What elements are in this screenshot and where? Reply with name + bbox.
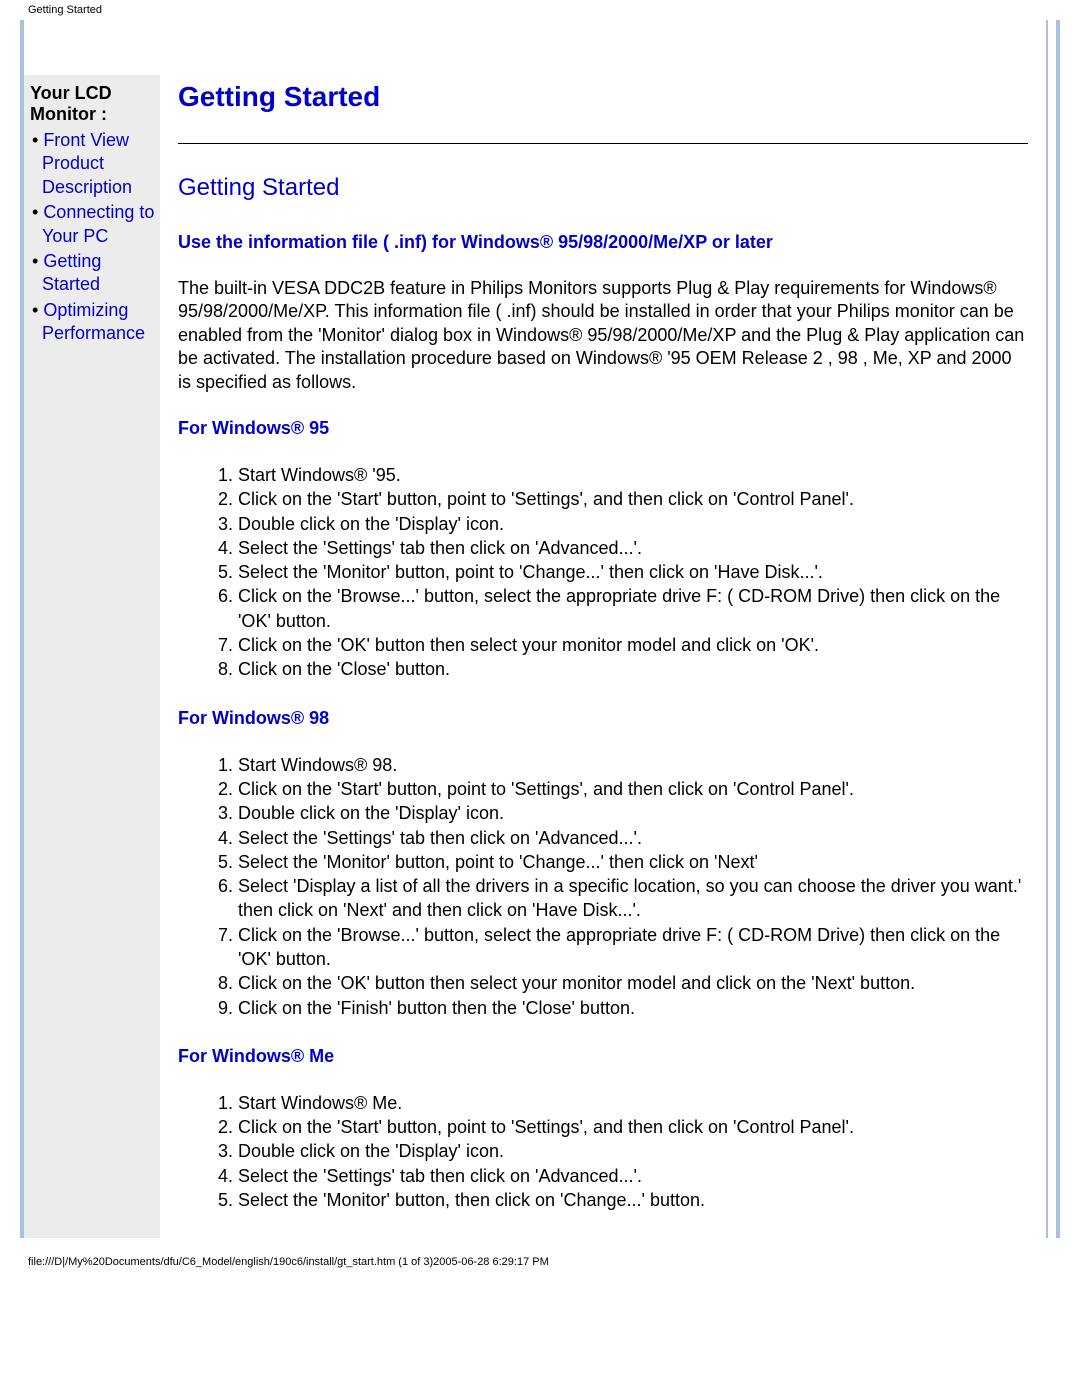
sidebar-item: Front View Product Description	[30, 129, 160, 199]
os-heading-win98: For Windows® 98	[178, 708, 1028, 729]
content-frame: Your LCD Monitor : Front View Product De…	[20, 20, 1060, 1238]
step-item: Select the 'Monitor' button, point to 'C…	[238, 850, 1028, 874]
steps-winme: Start Windows® Me. Click on the 'Start' …	[178, 1091, 1028, 1212]
step-item: Click on the 'Finish' button then the 'C…	[238, 996, 1028, 1020]
step-item: Click on the 'OK' button then select you…	[238, 971, 1028, 995]
step-item: Double click on the 'Display' icon.	[238, 512, 1028, 536]
step-item: Select 'Display a list of all the driver…	[238, 874, 1028, 923]
steps-win98: Start Windows® 98. Click on the 'Start' …	[178, 753, 1028, 1020]
sidebar-title: Your LCD Monitor :	[30, 83, 160, 125]
step-item: Start Windows® '95.	[238, 463, 1028, 487]
step-item: Select the 'Settings' tab then click on …	[238, 1164, 1028, 1188]
step-item: Select the 'Settings' tab then click on …	[238, 826, 1028, 850]
sidebar-link-connecting[interactable]: Connecting to Your PC	[42, 202, 154, 245]
sidebar-item: Connecting to Your PC	[30, 201, 160, 248]
step-item: Click on the 'Browse...' button, select …	[238, 923, 1028, 972]
intro-paragraph: The built-in VESA DDC2B feature in Phili…	[178, 277, 1028, 394]
sidebar-list: Front View Product Description Connectin…	[30, 129, 160, 346]
step-item: Click on the 'Start' button, point to 'S…	[238, 1115, 1028, 1139]
sidebar-link-optimizing[interactable]: Optimizing Performance	[42, 300, 145, 343]
sidebar-item: Getting Started	[30, 250, 160, 297]
os-heading-win95: For Windows® 95	[178, 418, 1028, 439]
sidebar: Your LCD Monitor : Front View Product De…	[24, 75, 160, 1238]
step-item: Start Windows® 98.	[238, 753, 1028, 777]
steps-win95: Start Windows® '95. Click on the 'Start'…	[178, 463, 1028, 682]
step-item: Click on the 'Start' button, point to 'S…	[238, 777, 1028, 801]
page-title: Getting Started	[178, 81, 1028, 113]
sidebar-link-getting-started[interactable]: Getting Started	[42, 251, 101, 294]
step-item: Click on the 'Close' button.	[238, 657, 1028, 681]
frame-divider	[1046, 20, 1048, 1238]
step-item: Select the 'Settings' tab then click on …	[238, 536, 1028, 560]
step-item: Select the 'Monitor' button, point to 'C…	[238, 560, 1028, 584]
step-item: Click on the 'Browse...' button, select …	[238, 584, 1028, 633]
step-item: Select the 'Monitor' button, then click …	[238, 1188, 1028, 1212]
step-item: Click on the 'OK' button then select you…	[238, 633, 1028, 657]
step-item: Click on the 'Start' button, point to 'S…	[238, 487, 1028, 511]
section-heading: Getting Started	[178, 174, 1028, 202]
os-heading-winme: For Windows® Me	[178, 1046, 1028, 1067]
step-item: Double click on the 'Display' icon.	[238, 1139, 1028, 1163]
sub-heading: Use the information file ( .inf) for Win…	[178, 232, 1028, 253]
page-footer-path: file:///D|/My%20Documents/dfu/C6_Model/e…	[0, 1238, 1080, 1268]
sidebar-link-front-view[interactable]: Front View Product Description	[42, 130, 132, 197]
divider	[178, 143, 1028, 144]
step-item: Double click on the 'Display' icon.	[238, 801, 1028, 825]
step-item: Start Windows® Me.	[238, 1091, 1028, 1115]
main-content: Getting Started Getting Started Use the …	[160, 75, 1056, 1238]
page-header-path: Getting Started	[0, 0, 1080, 20]
sidebar-item: Optimizing Performance	[30, 299, 160, 346]
